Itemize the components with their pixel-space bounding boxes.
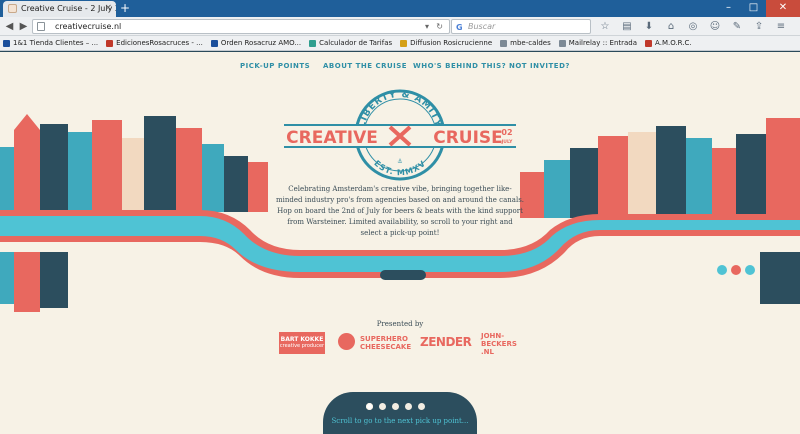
sponsor-superhero-cheesecake[interactable]: SUPERHERO CHEESECAKE bbox=[338, 332, 418, 354]
back-arrow-icon[interactable]: ◀ bbox=[2, 19, 17, 34]
nav-not-invited[interactable]: NOT INVITED? bbox=[509, 62, 570, 70]
maximize-button[interactable]: □ bbox=[741, 0, 766, 17]
bookmark-item[interactable]: Calculador de Tarifas bbox=[309, 39, 392, 47]
chat-icon[interactable]: ☺ bbox=[708, 20, 722, 33]
intro-paragraph: Celebrating Amsterdam's creative vibe, b… bbox=[276, 185, 525, 237]
sponsor-logos: BART KOKKE creative producer SUPERHERO C… bbox=[0, 332, 800, 356]
addon-icon[interactable]: ✎ bbox=[730, 20, 744, 33]
right-canal-houses-top bbox=[520, 118, 800, 218]
nav-whos-behind-this[interactable]: WHO'S BEHIND THIS? bbox=[413, 62, 506, 70]
left-canal-houses-bottom bbox=[0, 252, 68, 312]
close-tab-icon[interactable]: × bbox=[104, 3, 112, 13]
presented-by-label: Presented by bbox=[376, 320, 424, 328]
window-controls: – □ ✕ bbox=[716, 0, 800, 17]
scroll-hint: Scroll to go to the next pick up point..… bbox=[331, 417, 469, 425]
address-bar[interactable]: creativecruise.nl ▾ ↻ bbox=[32, 19, 450, 34]
page-content: PICK-UP POINTS ABOUT THE CRUISE WHO'S BE… bbox=[0, 52, 800, 434]
bookmark-item[interactable]: mbe-caldes bbox=[500, 39, 551, 47]
tab-title: Creative Cruise - 2 July 2015 bbox=[21, 4, 116, 13]
home-icon[interactable]: ⌂ bbox=[664, 20, 678, 33]
nav-pick-up-points[interactable]: PICK-UP POINTS bbox=[240, 62, 310, 70]
new-tab-button[interactable]: + bbox=[118, 2, 132, 15]
pagination-dot[interactable] bbox=[392, 403, 399, 410]
pocket-icon[interactable]: ◎ bbox=[686, 20, 700, 33]
pagination-dot[interactable] bbox=[418, 403, 425, 410]
site-favicon-icon bbox=[8, 4, 17, 13]
logo-cruise-text: CRUISE bbox=[433, 128, 503, 148]
browser-window: Creative Cruise - 2 July 2015 × + – □ ✕ … bbox=[0, 0, 800, 434]
tab-creative-cruise[interactable]: Creative Cruise - 2 July 2015 × bbox=[3, 1, 116, 17]
tab-strip: Creative Cruise - 2 July 2015 × + – □ ✕ bbox=[0, 0, 800, 17]
logo-date-month: JULY bbox=[501, 139, 513, 145]
bookmark-favicon-icon bbox=[400, 39, 408, 47]
menu-icon[interactable]: ≡ bbox=[774, 20, 788, 33]
bookmark-favicon-icon bbox=[558, 39, 566, 47]
forward-arrow-icon[interactable]: ▶ bbox=[16, 19, 31, 34]
right-canal-houses-bottom bbox=[717, 252, 800, 304]
sponsor-john-beckers[interactable]: JOHN- BECKERS .NL bbox=[481, 332, 523, 356]
bookmark-favicon-icon bbox=[3, 39, 10, 47]
toolbar-icons: ☆ ▤ ⬇ ⌂ ◎ ☺ ✎ ⇪ ≡ bbox=[598, 20, 788, 33]
search-box[interactable]: G Buscar bbox=[451, 19, 591, 34]
logo-creative-text: CREATIVE bbox=[286, 128, 378, 148]
search-placeholder: Buscar bbox=[468, 22, 496, 31]
superhero-badge-icon bbox=[338, 333, 355, 350]
bookmark-favicon-icon bbox=[309, 39, 317, 47]
bookmark-favicon-icon bbox=[210, 39, 218, 47]
minimize-button[interactable]: – bbox=[716, 0, 741, 17]
site-navigation: PICK-UP POINTS ABOUT THE CRUISE WHO'S BE… bbox=[0, 62, 800, 74]
pagination-dot[interactable] bbox=[366, 403, 373, 410]
bookmark-star-icon[interactable]: ☆ bbox=[598, 20, 612, 33]
navigation-bar: ◀ ▶ creativecruise.nl ▾ ↻ G Buscar ☆ ▤ ⬇… bbox=[0, 17, 800, 36]
sponsor-bart-kokke[interactable]: BART KOKKE creative producer bbox=[279, 332, 325, 354]
close-window-button[interactable]: ✕ bbox=[766, 0, 800, 17]
pick-up-pagination bbox=[366, 403, 425, 410]
download-icon[interactable]: ⬇ bbox=[642, 20, 656, 33]
anchor-icon: ⚓ bbox=[397, 158, 402, 165]
bookmark-favicon-icon bbox=[106, 39, 114, 47]
pagination-dot[interactable] bbox=[379, 403, 386, 410]
canal-boat bbox=[380, 270, 426, 280]
bookmark-favicon-icon bbox=[500, 39, 508, 47]
bookmarks-bar: 1&1 Tienda Clientes – ... EdicionesRosac… bbox=[0, 36, 800, 51]
bookmark-item[interactable]: Mailrelay :: Entrada bbox=[558, 39, 637, 47]
bookmark-item[interactable]: Orden Rosacruz AMO... bbox=[210, 39, 301, 47]
reload-icon[interactable]: ↻ bbox=[436, 20, 443, 33]
share-icon[interactable]: ⇪ bbox=[752, 20, 766, 33]
dropdown-icon[interactable]: ▾ bbox=[425, 20, 429, 33]
pagination-dot[interactable] bbox=[405, 403, 412, 410]
bookmark-item[interactable]: A.M.O.R.C. bbox=[645, 39, 692, 47]
logo-date-day: 02 bbox=[501, 128, 512, 137]
footer-panel bbox=[323, 392, 477, 434]
bookmark-item[interactable]: EdicionesRosacruces - ... bbox=[106, 39, 203, 47]
logo-arc-text: LIBERTY & AMITY bbox=[357, 90, 441, 129]
page-info-icon[interactable] bbox=[37, 22, 45, 31]
bookmark-item[interactable]: 1&1 Tienda Clientes – ... bbox=[3, 39, 98, 47]
sponsor-zender[interactable]: ZENDER bbox=[420, 332, 472, 354]
url-text: creativecruise.nl bbox=[55, 22, 122, 31]
left-canal-houses-top bbox=[0, 114, 268, 212]
bookmarks-list-icon[interactable]: ▤ bbox=[620, 20, 634, 33]
svg-text:LIBERTY & AMITY: LIBERTY & AMITY bbox=[357, 90, 442, 129]
bookmark-item[interactable]: Diffusion Rosicrucienne bbox=[400, 39, 492, 47]
google-search-icon: G bbox=[456, 23, 463, 32]
nav-about-the-cruise[interactable]: ABOUT THE CRUISE bbox=[323, 62, 407, 70]
bookmark-favicon-icon bbox=[645, 39, 653, 47]
